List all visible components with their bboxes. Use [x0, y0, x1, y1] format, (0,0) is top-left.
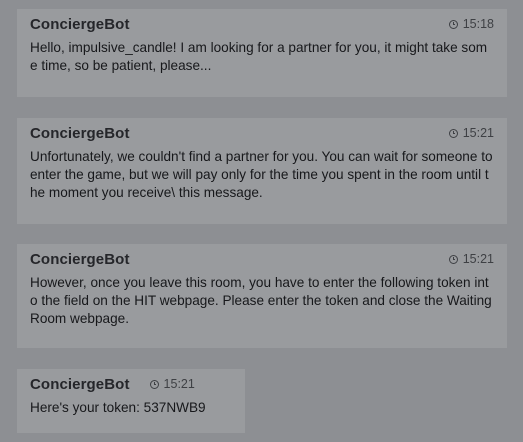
chat-message: ConciergeBot 15:21 Here's your token: 53…: [17, 369, 245, 433]
chat-log: ConciergeBot 15:18 Hello, impulsive_cand…: [0, 0, 523, 442]
message-sender: ConciergeBot: [30, 124, 130, 142]
clock-icon: [448, 19, 458, 29]
chat-message: ConciergeBot 15:21 However, once you lea…: [17, 244, 507, 348]
message-text[interactable]: Here's your token: 537NWB9: [30, 399, 232, 417]
message-timestamp: 15:21: [448, 252, 494, 266]
message-timestamp: 15:21: [448, 126, 494, 140]
message-text: However, once you leave this room, you h…: [30, 275, 492, 326]
message-header: ConciergeBot 15:21: [30, 124, 494, 142]
message-header: ConciergeBot 15:18: [30, 15, 494, 33]
message-text: Unfortunately, we couldn't find a partne…: [30, 149, 493, 200]
clock-icon: [149, 379, 159, 389]
message-time: 15:21: [462, 252, 494, 266]
message-timestamp: 15:18: [448, 17, 494, 31]
message-header: ConciergeBot 15:21: [30, 250, 494, 268]
message-sender: ConciergeBot: [30, 15, 130, 33]
clock-icon: [448, 128, 458, 138]
message-time: 15:21: [462, 126, 494, 140]
message-sender: ConciergeBot: [30, 250, 130, 268]
message-time: 15:18: [462, 17, 494, 31]
message-text: Hello, impulsive_candle! I am looking fo…: [30, 40, 488, 73]
message-sender: ConciergeBot: [30, 375, 130, 393]
message-timestamp: 15:21: [149, 377, 195, 391]
message-time: 15:21: [163, 377, 195, 391]
chat-message: ConciergeBot 15:21 Unfortunately, we cou…: [17, 118, 507, 224]
clock-icon: [448, 254, 458, 264]
chat-message: ConciergeBot 15:18 Hello, impulsive_cand…: [17, 9, 507, 97]
message-header: ConciergeBot 15:21: [30, 375, 232, 393]
